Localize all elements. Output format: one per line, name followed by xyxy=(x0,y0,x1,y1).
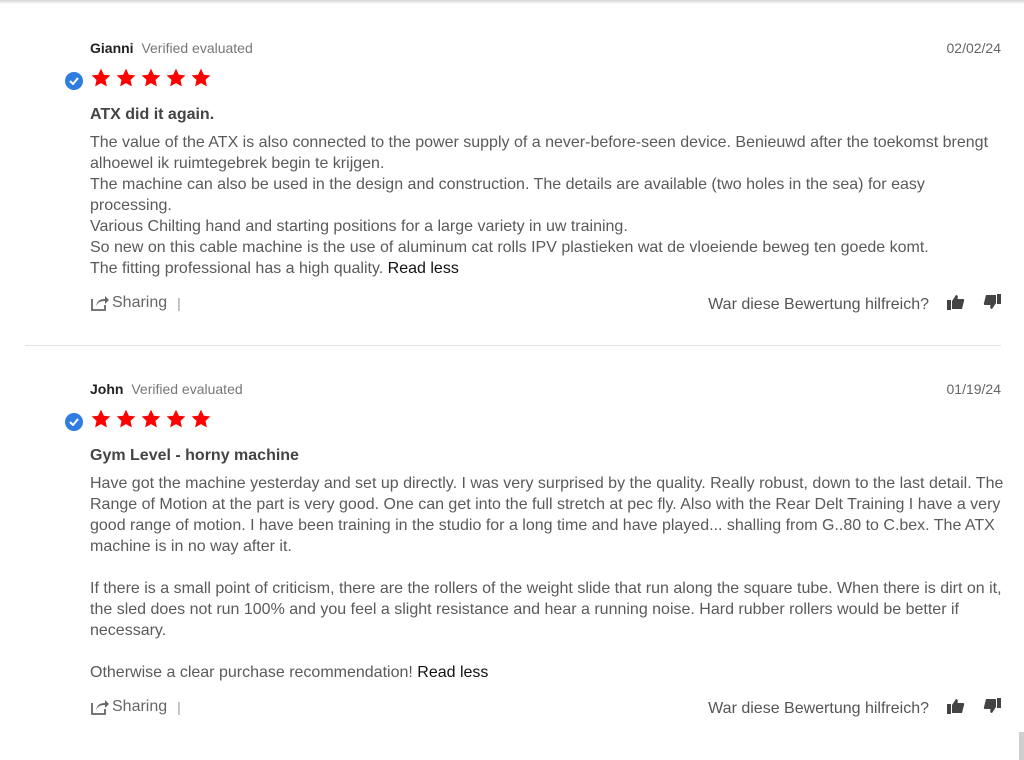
review-paragraph: So new on this cable machine is the use … xyxy=(90,239,929,256)
review-paragraph-last: The fitting professional has a high qual… xyxy=(90,258,1005,279)
share-label: Sharing xyxy=(112,294,168,311)
thumbs-up-icon[interactable] xyxy=(947,698,965,719)
star-rating xyxy=(90,67,212,89)
star-icon xyxy=(191,409,211,428)
review-title: ATX did it again. xyxy=(90,106,215,123)
separator: | xyxy=(177,295,181,311)
review-footer: Sharing | War diese Bewertung hilfreich? xyxy=(90,294,1001,318)
star-rating xyxy=(90,408,212,430)
review-paragraph: The machine can also be used in the desi… xyxy=(90,176,925,214)
share-icon xyxy=(91,296,109,311)
thumbs-down-icon[interactable] xyxy=(983,698,1001,719)
thumbs-down-icon[interactable] xyxy=(983,294,1001,315)
review-paragraph-last: Otherwise a clear purchase recommendatio… xyxy=(90,662,1005,683)
read-less-link[interactable]: Read less xyxy=(417,664,488,681)
thumbs-up-icon[interactable] xyxy=(947,294,965,315)
helpful-section: War diese Bewertung hilfreich? xyxy=(708,698,1001,719)
star-icon xyxy=(191,68,211,87)
review-author: Gianni xyxy=(90,40,134,56)
star-icon xyxy=(166,68,186,87)
review-paragraph: The value of the ATX is also connected t… xyxy=(90,134,989,172)
review-body: The value of the ATX is also connected t… xyxy=(90,132,1005,279)
read-less-link[interactable]: Read less xyxy=(388,260,459,277)
review-paragraph-text: The fitting professional has a high qual… xyxy=(90,260,384,277)
helpful-question: War diese Bewertung hilfreich? xyxy=(708,295,929,313)
review-footer: Sharing | War diese Bewertung hilfreich? xyxy=(90,698,1001,722)
review-card: Gianni Verified evaluated 02/02/24 ATX d… xyxy=(25,36,1001,346)
review-paragraph-text: Otherwise a clear purchase recommendatio… xyxy=(90,664,413,681)
review-header: Gianni Verified evaluated xyxy=(90,40,253,56)
star-icon xyxy=(141,409,161,428)
check-circle-icon xyxy=(65,72,83,90)
share-icon xyxy=(91,700,109,715)
review-title: Gym Level - horny machine xyxy=(90,447,299,464)
star-icon xyxy=(91,68,111,87)
top-shadow xyxy=(0,0,1024,4)
star-icon xyxy=(116,409,136,428)
separator: | xyxy=(177,699,181,715)
verified-label: Verified evaluated xyxy=(131,381,243,397)
share-button[interactable]: Sharing | xyxy=(90,294,181,312)
check-circle-icon xyxy=(65,413,83,431)
star-icon xyxy=(91,409,111,428)
helpful-section: War diese Bewertung hilfreich? xyxy=(708,294,1001,315)
review-paragraph: Have got the machine yesterday and set u… xyxy=(90,475,1004,555)
review-body: Have got the machine yesterday and set u… xyxy=(90,473,1005,683)
review-date: 01/19/24 xyxy=(946,381,1002,397)
review-date: 02/02/24 xyxy=(946,40,1002,56)
share-label: Sharing xyxy=(112,698,168,715)
share-button[interactable]: Sharing | xyxy=(90,698,181,716)
star-icon xyxy=(166,409,186,428)
star-icon xyxy=(116,68,136,87)
star-icon xyxy=(141,68,161,87)
review-paragraph: If there is a small point of criticism, … xyxy=(90,580,1002,639)
verified-label: Verified evaluated xyxy=(141,40,253,56)
review-header: John Verified evaluated xyxy=(90,381,243,397)
helpful-question: War diese Bewertung hilfreich? xyxy=(708,699,929,717)
scrollbar-thumb[interactable] xyxy=(1019,732,1024,760)
review-paragraph: Various Chilting hand and starting posit… xyxy=(90,218,628,235)
review-author: John xyxy=(90,381,124,397)
